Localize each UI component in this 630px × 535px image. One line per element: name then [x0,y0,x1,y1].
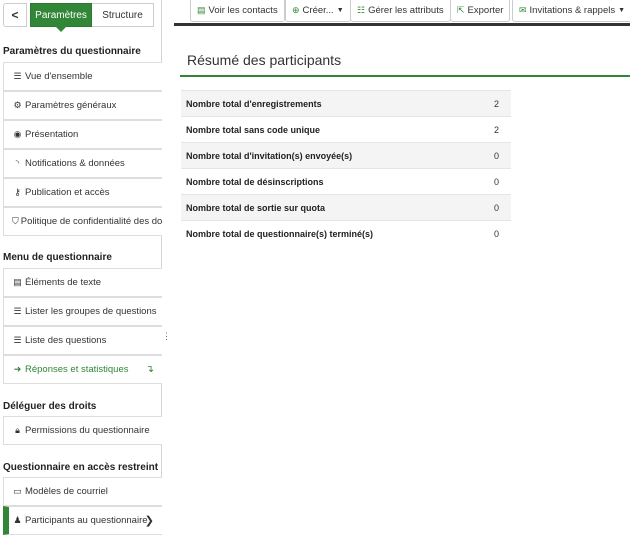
row-label: Nombre total d'invitation(s) envoyée(s) [181,142,487,169]
sidebar-item-permissions[interactable]: 🔒︎ Permissions du questionnaire [3,416,162,445]
page-title: Résumé des participants [187,52,342,68]
table-row: Nombre total de questionnaire(s) terminé… [181,220,511,247]
sidebar-item-groupes-questions[interactable]: ☰ Lister les groupes de questions [3,297,162,326]
row-label: Nombre total sans code unique [181,116,487,143]
sidebar-item-vue-ensemble[interactable]: ☰ Vue d'ensemble [3,62,162,91]
sidebar: < Paramètres Structure Paramètres du que… [0,0,162,535]
section-title: Menu de questionnaire [3,252,112,263]
list-icon: ☰ [13,335,22,345]
export-icon: ⇱ [457,5,465,15]
row-label: Nombre total de désinscriptions [181,168,487,195]
table-row: Nombre total de sortie sur quota 0 [181,194,511,221]
table-row: Nombre total d'invitation(s) envoyée(s) … [181,142,511,169]
sidebar-item-label: Modèles de courriel [25,486,108,497]
row-value: 2 [487,116,511,143]
invitations-rappels-button[interactable]: ✉ Invitations & rappels ▼ [512,0,630,22]
plus-circle-icon: ⊕ [292,5,300,15]
sidebar-item-publication[interactable]: ⚷ Publication et accès [3,178,162,207]
row-value: 0 [487,194,511,221]
caret-down-icon: ▼ [336,7,344,14]
button-label: Créer... [302,5,334,16]
cogs-icon: ⚙ [13,100,22,110]
user-icon: ♟ [13,515,22,525]
exporter-button[interactable]: ⇱ Exporter [450,0,511,22]
sidebar-item-label: Paramètres généraux [25,100,117,111]
row-value: 0 [487,168,511,195]
sidebar-item-label: Publication et accès [25,187,110,198]
button-label: Exporter [467,5,504,16]
participants-summary-table: Nombre total d'enregistrements 2 Nombre … [181,90,511,247]
title-divider [180,75,630,77]
sidebar-item-label: Permissions du questionnaire [25,425,150,436]
row-label: Nombre total de questionnaire(s) terminé… [181,220,487,247]
window-icon: ▭ [13,486,22,496]
row-label: Nombre total de sortie sur quota [181,194,487,221]
sidebar-item-label: Lister les groupes de questions [25,306,157,317]
list-icon: ☰ [13,306,22,316]
sidebar-item-participants[interactable]: ♟ Participants au questionnaire ❯ [3,506,162,535]
sidebar-item-label: Réponses et statistiques [25,364,129,375]
sidebar-item-label: Politique de confidentialité des donn [20,216,162,227]
file-text-icon: ▤ [13,277,22,287]
sidebar-item-label: Présentation [25,129,79,140]
list-icon: ☰ [13,71,22,81]
row-label: Nombre total d'enregistrements [181,90,487,117]
eye-icon: ◉ [13,129,22,139]
tasks-icon: ☷ [357,5,366,15]
rss-icon: ◝ [15,158,20,168]
list-alt-icon: ▤ [197,5,206,15]
button-label: Invitations & rappels [529,5,616,16]
sidebar-item-label: Participants au questionnaire [25,515,148,526]
sidebar-item-notifications[interactable]: ◝ Notifications & données [3,149,162,178]
caret-down-icon: ▼ [618,7,626,14]
voir-contacts-button[interactable]: ▤ Voir les contacts [190,0,285,22]
key-icon: ⚷ [14,187,21,197]
button-label: Gérer les attributs [368,5,444,16]
lock-icon: 🔒︎ [15,425,20,435]
sidebar-item-presentation[interactable]: ◉ Présentation [3,120,162,149]
row-value: 2 [487,90,511,117]
sidebar-resize-handle[interactable]: ⋮ [162,330,171,342]
sidebar-item-modeles-courriel[interactable]: ▭ Modèles de courriel [3,477,162,506]
sidebar-item-parametres-generaux[interactable]: ⚙ Paramètres généraux [3,91,162,120]
chevron-right-icon: ❯ [144,515,154,527]
sidebar-item-label: Éléments de texte [25,277,102,288]
row-value: 0 [487,220,511,247]
tab-structure[interactable]: Structure [92,3,154,27]
external-arrow-icon: ↴ [145,364,154,375]
button-label: Voir les contacts [208,5,278,16]
row-value: 0 [487,142,511,169]
table-row: Nombre total sans code unique 2 [181,116,511,143]
envelope-icon: ✉ [519,5,527,15]
arrow-right-icon: ➜ [13,364,22,374]
section-title: Déléguer des droits [3,401,97,412]
sidebar-item-label: Notifications & données [25,158,125,169]
collapse-sidebar-button[interactable]: < [3,3,27,27]
shield-icon: ⛉ [12,216,19,226]
gerer-attributs-button[interactable]: ☷ Gérer les attributs [350,0,451,22]
table-row: Nombre total de désinscriptions 0 [181,168,511,195]
table-row: Nombre total d'enregistrements 2 [181,90,511,117]
sidebar-item-reponses-statistiques[interactable]: ➜ Réponses et statistiques ↴ [3,355,162,384]
sidebar-item-label: Vue d'ensemble [25,71,93,82]
sidebar-tabs: < Paramètres Structure [3,3,157,32]
tab-parametres[interactable]: Paramètres [30,3,92,32]
sidebar-item-confidentialite[interactable]: ⛉ Politique de confidentialité des donn [3,207,162,236]
section-title: Paramètres du questionnaire [3,46,141,57]
sidebar-item-elements-texte[interactable]: ▤ Éléments de texte [3,268,162,297]
creer-button[interactable]: ⊕ Créer... ▼ [285,0,351,22]
top-toolbar: ▤ Voir les contacts ⊕ Créer... ▼ ☷ Gérer… [174,0,630,26]
section-title: Questionnaire en accès restreint [3,462,159,473]
sidebar-item-liste-questions[interactable]: ☰ Liste des questions [3,326,162,355]
sidebar-item-label: Liste des questions [25,335,107,346]
